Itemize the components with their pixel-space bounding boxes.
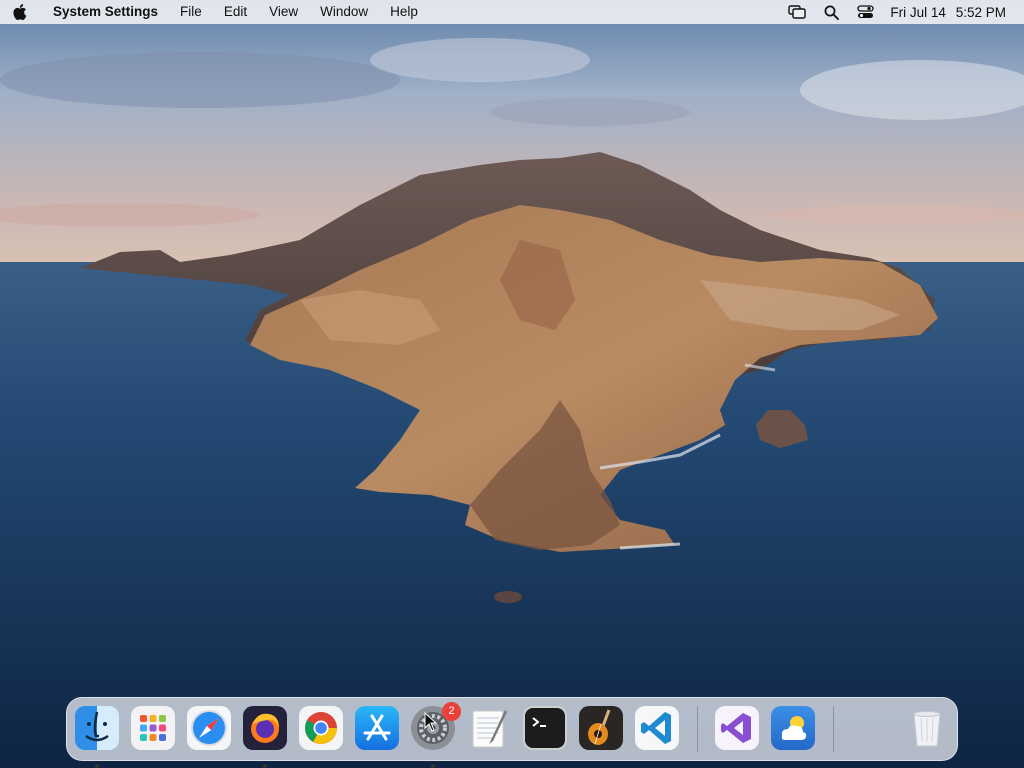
apple-menu-icon[interactable] <box>0 0 40 24</box>
notification-badge: 2 <box>442 702 461 721</box>
menu-window[interactable]: Window <box>309 0 379 24</box>
menu-bar: System Settings File Edit View Window He… <box>0 0 1024 24</box>
chrome-icon <box>299 706 343 750</box>
dock-item-finder[interactable] <box>75 706 119 768</box>
finder-icon <box>75 706 119 750</box>
dock-item-vscode[interactable] <box>635 706 679 750</box>
dock: 2 <box>66 697 958 768</box>
screen-mirroring-icon[interactable] <box>780 0 814 24</box>
menu-file[interactable]: File <box>169 0 213 24</box>
textedit-icon <box>467 706 511 750</box>
clock-date: Fri Jul 14 <box>890 4 946 20</box>
dock-item-garageband[interactable] <box>579 706 623 750</box>
dock-separator <box>833 706 834 752</box>
safari-icon <box>187 706 231 750</box>
dock-item-chrome[interactable] <box>299 706 343 750</box>
launchpad-icon <box>131 706 175 750</box>
firefox-icon <box>243 706 287 750</box>
garageband-icon <box>579 706 623 750</box>
dock-item-visual-studio[interactable] <box>715 706 759 750</box>
dock-item-textedit[interactable] <box>467 706 511 750</box>
dock-item-safari[interactable] <box>187 706 231 750</box>
menu-app-name[interactable]: System Settings <box>40 0 169 24</box>
menu-help[interactable]: Help <box>379 0 429 24</box>
menu-bar-clock[interactable]: Fri Jul 14 5:52 PM <box>890 5 1006 20</box>
menu-edit[interactable]: Edit <box>213 0 258 24</box>
visual-studio-icon <box>715 706 759 750</box>
desktop-wallpaper <box>0 0 1024 768</box>
dock-item-weather[interactable] <box>771 706 815 750</box>
clock-time: 5:52 PM <box>955 4 1006 20</box>
dock-item-app-store[interactable] <box>355 706 399 750</box>
menu-view[interactable]: View <box>258 0 309 24</box>
vscode-icon <box>635 706 679 750</box>
terminal-icon <box>523 706 567 750</box>
dock-item-launchpad[interactable] <box>131 706 175 750</box>
trash-icon <box>905 706 949 750</box>
app-store-icon <box>355 706 399 750</box>
spotlight-search-icon[interactable] <box>814 0 848 24</box>
dock-item-firefox[interactable] <box>243 706 287 768</box>
weather-icon <box>771 706 815 750</box>
dock-separator <box>697 706 698 752</box>
mouse-cursor-icon <box>424 712 438 732</box>
dock-item-trash[interactable] <box>905 706 949 750</box>
control-center-icon[interactable] <box>848 0 882 24</box>
dock-item-terminal[interactable] <box>523 706 567 750</box>
